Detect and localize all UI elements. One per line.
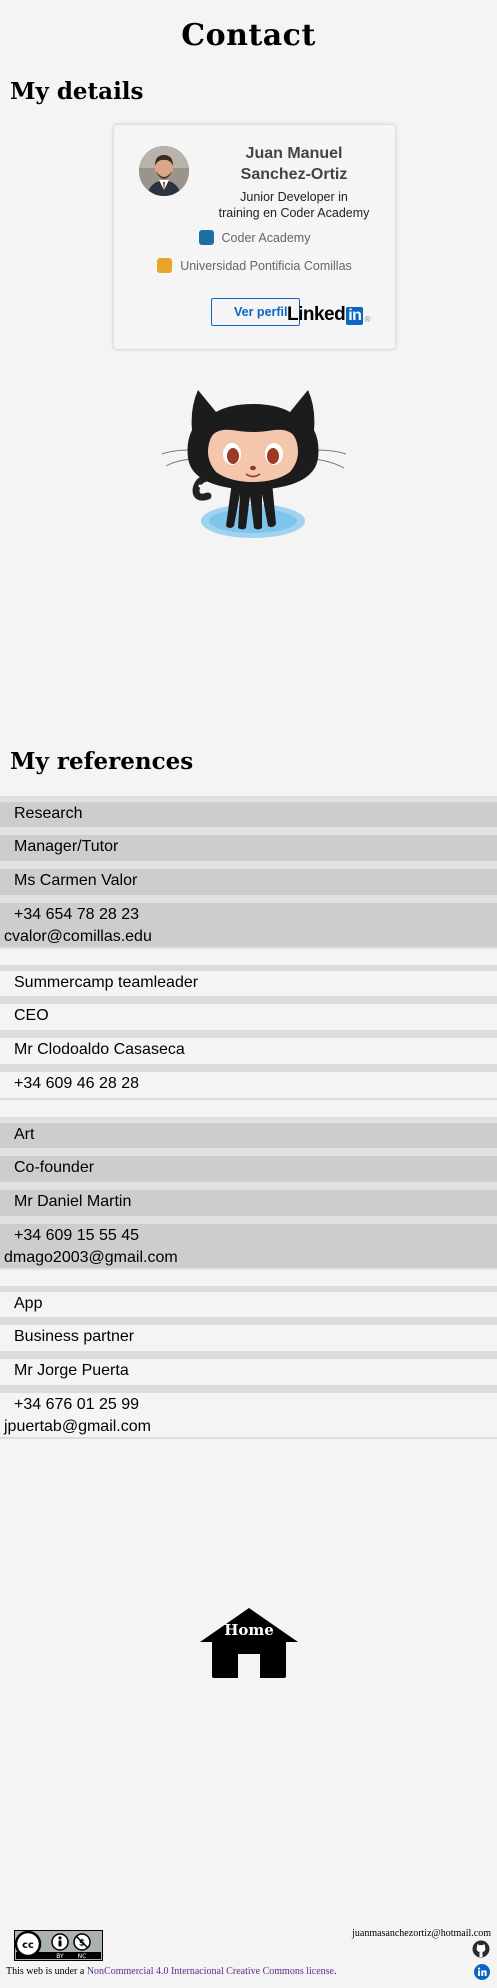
reference-field-label: Summercamp teamleader [14, 974, 199, 991]
reference-phone[interactable]: +34 609 46 28 28 [0, 1072, 497, 1097]
reference-table: Art Co-founder Mr Daniel Martin +34 609 … [0, 1117, 497, 1270]
github-icon[interactable] [472, 1940, 490, 1958]
reference-contact: +34 654 78 28 23 cvalor@comillas.edu [0, 897, 497, 949]
creative-commons-badge[interactable]: cc $ BY NC [14, 1930, 103, 1961]
linkedin-in-mark: in [346, 307, 364, 325]
reference-email[interactable]: jpuertab@gmail.com [0, 1418, 497, 1437]
reference-field: Summercamp teamleader [0, 965, 497, 998]
license-suffix: . [333, 1966, 337, 1977]
reference-role: Business partner [0, 1319, 497, 1353]
profile-headline-line2: training en Coder Academy [218, 206, 370, 220]
reference-name: Mr Daniel Martin [0, 1184, 497, 1218]
reference-role-label: Business partner [14, 1328, 135, 1345]
reference-contact: +34 676 01 25 99 jpuertab@gmail.com [0, 1387, 497, 1439]
home-label[interactable]: Home [198, 1621, 300, 1639]
company-label: Universidad Pontificia Comillas [180, 259, 352, 273]
reference-name: Mr Clodoaldo Casaseca [0, 1032, 497, 1066]
reference-contact: +34 609 46 28 28 [0, 1066, 497, 1100]
company-coder-academy[interactable]: Coder Academy [114, 230, 395, 245]
profile-headline-line1: Junior Developer in [240, 190, 348, 204]
profile-name-line2: Sanchez-Ortiz [240, 166, 348, 183]
company-comillas[interactable]: Universidad Pontificia Comillas [114, 258, 395, 273]
reference-role: CEO [0, 998, 497, 1032]
comillas-logo-icon [157, 258, 173, 273]
reference-name-label: Mr Clodoaldo Casaseca [14, 1041, 185, 1058]
reference-email[interactable]: dmago2003@gmail.com [0, 1249, 497, 1268]
my-details-heading: My details [10, 78, 144, 105]
license-notice: This web is under a NonCommercial 4.0 In… [6, 1966, 336, 1977]
home-button[interactable] [198, 1606, 300, 1678]
badge-by-text: BY [56, 1953, 64, 1960]
coder-academy-logo-icon [198, 230, 214, 245]
reference-phone[interactable]: +34 654 78 28 23 [0, 903, 497, 928]
profile-avatar[interactable] [139, 146, 189, 196]
reference-role: Co-founder [0, 1150, 497, 1184]
github-octocat-icon[interactable] [158, 378, 348, 546]
reference-field-label: Art [14, 1126, 35, 1143]
linkedin-wordmark: Linked [287, 304, 346, 325]
reference-phone[interactable]: +34 676 01 25 99 [0, 1393, 497, 1418]
reference-name-label: Mr Daniel Martin [14, 1193, 132, 1210]
reference-role: Manager/Tutor [0, 829, 497, 863]
house-icon [200, 1608, 298, 1678]
license-prefix: This web is under a [6, 1966, 87, 1977]
profile-headline: Junior Developer in training en Coder Ac… [199, 189, 389, 221]
badge-nc-text: NC [78, 1953, 87, 1960]
company-label: Coder Academy [221, 231, 311, 245]
linkedin-profile-card: Juan Manuel Sanchez-Ortiz Junior Develop… [113, 124, 396, 350]
reference-name-label: Ms Carmen Valor [14, 872, 138, 889]
reference-name: Ms Carmen Valor [0, 863, 497, 897]
reference-field: Art [0, 1117, 497, 1150]
reference-field: Research [0, 796, 497, 829]
linkedin-logo: Linked in ® [287, 305, 370, 330]
reference-table: Research Manager/Tutor Ms Carmen Valor +… [0, 796, 497, 949]
reference-name-label: Mr Jorge Puerta [14, 1362, 129, 1379]
license-link[interactable]: NonCommercial 4.0 Internacional Creative… [87, 1966, 334, 1977]
reference-role-label: CEO [14, 1007, 49, 1024]
badge-cc-text: cc [22, 1940, 34, 1951]
linkedin-icon[interactable] [474, 1964, 490, 1980]
reference-field-label: Research [14, 805, 83, 822]
profile-name-line1: Juan Manuel [245, 145, 343, 162]
reference-contact: +34 609 15 55 45 dmago2003@gmail.com [0, 1218, 497, 1270]
reference-email[interactable]: cvalor@comillas.edu [0, 928, 497, 947]
footer-email[interactable]: juanmasanchezortiz@hotmail.com [352, 1928, 491, 1939]
reference-role-label: Co-founder [14, 1159, 95, 1176]
reference-role-label: Manager/Tutor [14, 838, 119, 855]
reference-table: App Business partner Mr Jorge Puerta +34… [0, 1286, 497, 1439]
reference-phone[interactable]: +34 609 15 55 45 [0, 1224, 497, 1249]
page-title: Contact [181, 18, 316, 53]
my-references-heading: My references [10, 748, 194, 775]
reference-field: App [0, 1286, 497, 1319]
reference-name: Mr Jorge Puerta [0, 1353, 497, 1387]
reference-field-label: App [14, 1295, 43, 1312]
reference-table: Summercamp teamleader CEO Mr Clodoaldo C… [0, 965, 497, 1100]
registered-mark: ® [364, 315, 370, 324]
profile-name[interactable]: Juan Manuel Sanchez-Ortiz [199, 143, 389, 185]
